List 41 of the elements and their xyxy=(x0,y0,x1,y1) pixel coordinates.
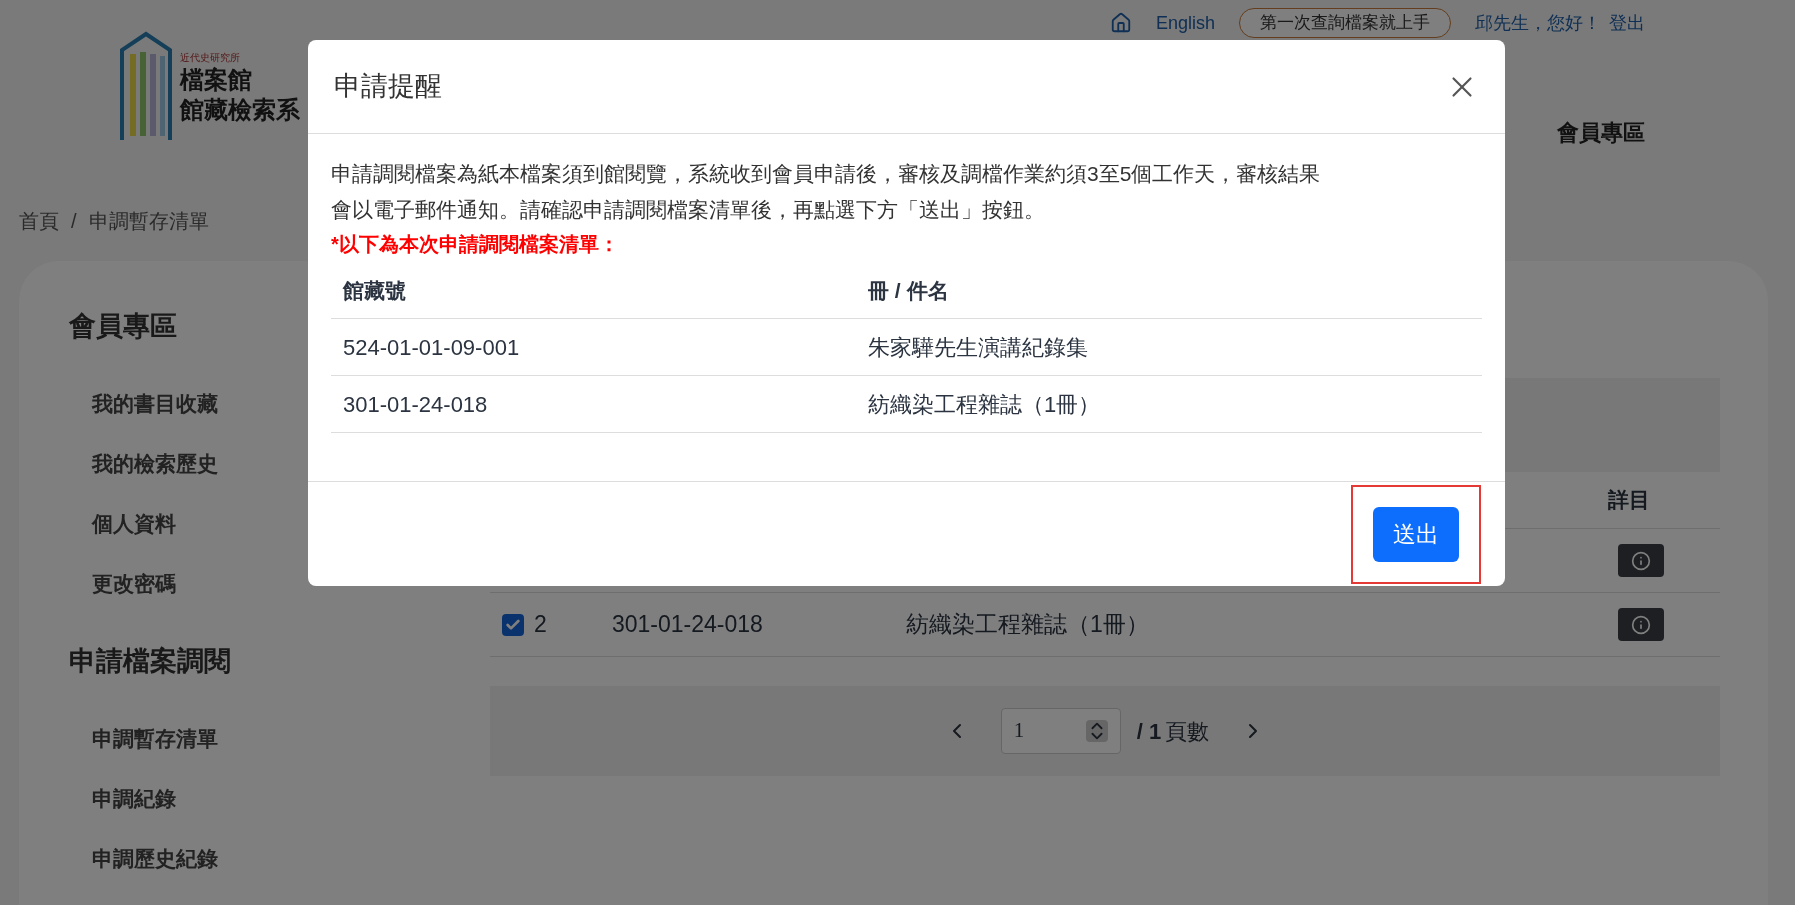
breadcrumb-separator: / xyxy=(71,209,77,234)
sidebar-heading: 會員專區 xyxy=(69,310,178,343)
spinner-icon[interactable] xyxy=(1085,720,1108,742)
logout-link[interactable]: 登出 xyxy=(1609,9,1645,37)
home-icon[interactable] xyxy=(1109,12,1132,34)
guide-button[interactable]: 第一次查詢檔案就上手 xyxy=(1239,8,1451,38)
archive-number-cell-text: 301-01-24-018 xyxy=(612,610,764,640)
info-icon xyxy=(1631,550,1651,571)
list-notice: *以下為本次申請調閱檔案清單： xyxy=(331,232,620,257)
logo-subtitle: 館藏檢索系 xyxy=(180,95,300,125)
submit-button[interactable]: 送出 xyxy=(1373,506,1459,562)
greeting-text: 邱先生，您好！ xyxy=(1475,11,1601,35)
table-cell-text: 524-01-01-09-001 xyxy=(343,333,521,362)
table-cell-text: 朱家驊先生演講紀錄集 xyxy=(868,333,1088,362)
dialog-message: 申請調閱檔案為紙本檔案須到館閱覽，系統收到會員申請後，審核及調檔作業約須3至5個工作天，審核結果會以電子郵件通知。請確認申請調閱檔案清單後，再點選下方「送出」按鈕。 xyxy=(331,161,1322,223)
logo-org-text: 近代史研究所 xyxy=(180,51,241,65)
table-cell-text: 紡織染工程雜誌（1冊） xyxy=(868,390,1101,419)
info-button[interactable] xyxy=(1618,608,1664,641)
sidebar-item[interactable]: 申調歷史紀錄 xyxy=(92,841,439,876)
row-checkbox[interactable] xyxy=(502,613,524,636)
page-unit: 頁數 xyxy=(1165,717,1210,746)
page-total: / 1 xyxy=(1136,717,1162,746)
nav-link[interactable]: 會員專區 xyxy=(1557,116,1645,149)
breadcrumb-link[interactable]: 申調暫存清單 xyxy=(88,206,209,236)
sidebar-item[interactable]: 申調暫存清單 xyxy=(92,721,439,756)
sidebar-heading: 申請檔案調閱 xyxy=(69,645,232,678)
column-header: 館藏號 xyxy=(343,277,407,304)
breadcrumb-link[interactable]: 首頁 xyxy=(19,206,59,236)
sidebar-item[interactable]: 申調紀錄 xyxy=(92,781,439,816)
info-icon xyxy=(1631,614,1651,635)
column-header: 冊 / 件名 xyxy=(868,277,949,304)
dialog-title: 申請提醒 xyxy=(334,70,442,104)
title-cell-text: 紡織染工程雜誌（1冊） xyxy=(906,610,1149,640)
language-link[interactable]: English xyxy=(1155,9,1215,37)
info-button[interactable] xyxy=(1618,544,1664,577)
table-cell-text: 301-01-24-018 xyxy=(343,390,489,419)
logo-title: 檔案館 xyxy=(180,65,253,95)
row-index: 2 xyxy=(534,610,548,640)
page-input[interactable]: 1 xyxy=(1000,708,1121,754)
column-header: 詳目 xyxy=(1608,487,1650,514)
logo-icon xyxy=(120,30,172,142)
